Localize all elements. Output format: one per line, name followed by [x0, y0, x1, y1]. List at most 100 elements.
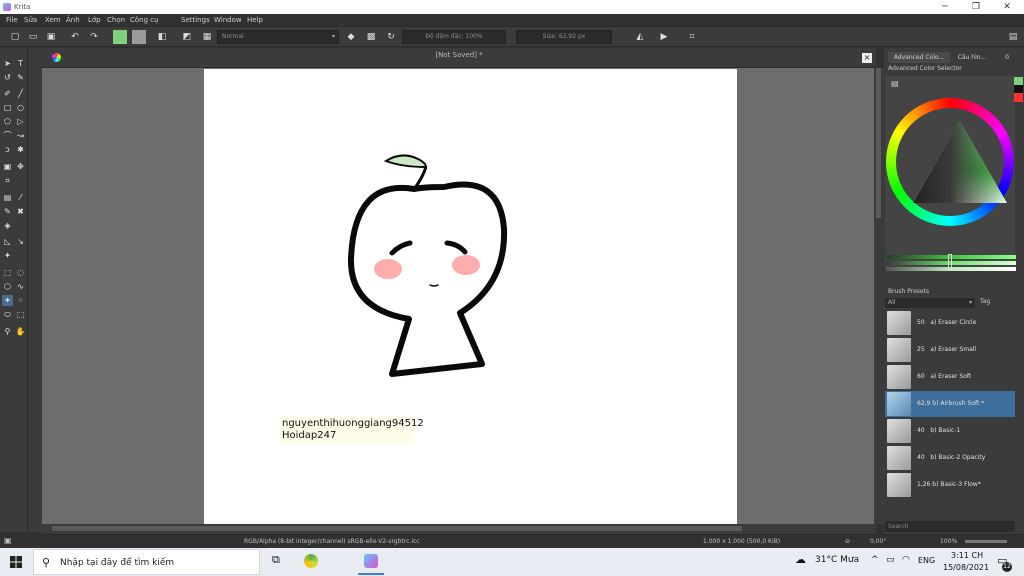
- menu-view[interactable]: Xem: [45, 16, 61, 24]
- menu-settings[interactable]: Settings: [181, 16, 210, 24]
- tray-chevron-icon[interactable]: ^: [871, 555, 879, 565]
- open-folder-icon[interactable]: ▭: [26, 30, 40, 44]
- wifi-icon[interactable]: ◠: [902, 555, 910, 565]
- select-shape-icon[interactable]: ➤: [2, 58, 13, 69]
- preset-filter-select[interactable]: All ▾: [885, 298, 975, 308]
- move-tool-icon[interactable]: ✥: [15, 161, 26, 172]
- color-picker-icon[interactable]: ⁄: [15, 192, 26, 203]
- save-icon[interactable]: ▣: [44, 30, 58, 44]
- rect-select-icon[interactable]: ⬚: [2, 267, 13, 278]
- menu-select[interactable]: Chọn: [107, 16, 125, 24]
- taskbar-search-input[interactable]: ⚲ Nhập tại đây để tìm kiếm: [33, 549, 260, 575]
- list-item[interactable]: 1,26 b) Basic-3 Flow*: [885, 472, 1015, 498]
- chrome-icon[interactable]: [304, 554, 318, 568]
- saturation-triangle[interactable]: [913, 121, 1007, 203]
- minimize-button[interactable]: ─: [935, 2, 955, 12]
- rotation-reset-icon[interactable]: ⊖: [845, 538, 850, 545]
- menu-file[interactable]: File: [6, 16, 18, 24]
- fill-tool-icon[interactable]: ◈: [2, 220, 13, 231]
- mirror-vertical-icon[interactable]: ▶: [657, 30, 671, 44]
- rectangle-tool-icon[interactable]: □: [2, 102, 13, 113]
- polyline-tool-icon[interactable]: ▷: [15, 116, 26, 127]
- polygon-select-icon[interactable]: ⬡: [2, 281, 13, 292]
- text-tool-icon[interactable]: T: [15, 58, 26, 69]
- redo-icon[interactable]: ↷: [87, 30, 101, 44]
- color-sliders[interactable]: [886, 254, 1016, 271]
- opacity-slider[interactable]: Độ đậm đặc: 100%: [402, 30, 506, 44]
- line-tool-icon[interactable]: ╱: [15, 88, 26, 99]
- zoom-slider[interactable]: [965, 540, 1007, 543]
- similar-select-icon[interactable]: ⁘: [15, 295, 26, 306]
- reload-preset-icon[interactable]: ↻: [384, 30, 398, 44]
- list-item[interactable]: 50 a) Eraser Circle: [885, 310, 1015, 336]
- battery-icon[interactable]: ▭: [886, 555, 895, 565]
- preserve-alpha-icon[interactable]: ▩: [364, 30, 378, 44]
- clock-time[interactable]: 3:11 CH: [951, 551, 983, 560]
- slider-handle[interactable]: [948, 254, 952, 270]
- weather-text[interactable]: 31°C Mưa: [815, 555, 859, 565]
- brush-tool-icon[interactable]: ✐: [2, 88, 13, 99]
- close-document-icon[interactable]: ×: [862, 53, 872, 63]
- background-color-swatch[interactable]: [132, 30, 146, 44]
- edit-shape-icon[interactable]: ↺: [2, 72, 13, 83]
- list-item[interactable]: 62,9 b) Airbrush Soft *: [885, 391, 1015, 417]
- horizontal-scrollbar[interactable]: [42, 524, 876, 534]
- hscroll-thumb[interactable]: [52, 526, 742, 531]
- docker-toggle-icon[interactable]: ▤: [1006, 30, 1020, 44]
- ellipse-select-icon[interactable]: ◌: [15, 267, 26, 278]
- hue-ring[interactable]: [886, 98, 1014, 226]
- menu-layer[interactable]: Lớp: [88, 16, 101, 24]
- list-item[interactable]: 25 a) Eraser Small: [885, 337, 1015, 363]
- list-item[interactable]: 40 b) Basic-1: [885, 418, 1015, 444]
- windows-start-icon[interactable]: [10, 556, 22, 568]
- close-button[interactable]: ✕: [997, 2, 1017, 12]
- color-settings-icon[interactable]: ▤: [891, 79, 899, 88]
- list-item[interactable]: 40 b) Basic-2 Opacity: [885, 445, 1015, 471]
- multibrush-icon[interactable]: ✱: [15, 144, 26, 155]
- menu-tools[interactable]: Công cụ: [130, 16, 159, 24]
- pan-tool-icon[interactable]: ✋: [15, 326, 26, 337]
- freehand-path-icon[interactable]: ↝: [15, 130, 26, 141]
- magnetic-select-icon[interactable]: ⬚: [15, 309, 26, 320]
- pattern-icon[interactable]: ▦: [200, 30, 214, 44]
- dynamic-brush-icon[interactable]: ↄ: [2, 144, 13, 155]
- colorize-mask-icon[interactable]: ✖: [15, 206, 26, 217]
- contiguous-select-icon[interactable]: ✦: [2, 295, 13, 306]
- canvas-paper[interactable]: nguyenthihuonggiang94512 Hoidap247: [204, 69, 737, 524]
- maximize-button[interactable]: ❐: [966, 2, 986, 12]
- ellipse-tool-icon[interactable]: ○: [15, 102, 26, 113]
- zoom-tool-icon[interactable]: ⚲: [2, 326, 13, 337]
- reference-tool-icon[interactable]: ✦: [2, 250, 13, 261]
- task-view-icon[interactable]: ⧉: [272, 553, 280, 567]
- menu-window[interactable]: Window: [214, 16, 242, 24]
- canvas-text-note[interactable]: nguyenthihuonggiang94512 Hoidap247: [280, 417, 424, 444]
- clock-date[interactable]: 15/08/2021: [943, 563, 989, 572]
- tag-label[interactable]: Tag: [980, 298, 990, 305]
- foreground-color-swatch[interactable]: [113, 30, 127, 44]
- preset-search-input[interactable]: Search: [885, 521, 1015, 532]
- tab-config[interactable]: Cấu hìn...: [954, 52, 990, 63]
- swap-colors-icon[interactable]: ◧: [155, 30, 169, 44]
- bezier-tool-icon[interactable]: ⌒: [2, 130, 13, 141]
- undo-icon[interactable]: ↶: [68, 30, 82, 44]
- language-indicator[interactable]: ENG: [918, 556, 935, 565]
- tab-advanced-color[interactable]: Advanced Colo...: [888, 52, 950, 63]
- document-tab-title[interactable]: [Not Saved] *: [42, 51, 876, 59]
- blend-mode-select[interactable]: Normal ▾: [217, 30, 339, 44]
- mirror-horizontal-icon[interactable]: ◭: [633, 30, 647, 44]
- smart-patch-icon[interactable]: ✎: [2, 206, 13, 217]
- gradient-icon[interactable]: ◩: [180, 30, 194, 44]
- gradient-tool-icon[interactable]: ▤: [2, 192, 13, 203]
- new-document-icon[interactable]: ▢: [8, 30, 22, 44]
- vertical-scrollbar[interactable]: [874, 68, 884, 524]
- menu-edit[interactable]: Sửa: [24, 16, 37, 24]
- menu-image[interactable]: Ảnh: [66, 16, 80, 24]
- transform-tool-icon[interactable]: ▣: [2, 161, 13, 172]
- status-layer-icon[interactable]: ▣: [4, 536, 12, 545]
- bezier-select-icon[interactable]: ⬭: [2, 309, 13, 320]
- freehand-select-icon[interactable]: ∿: [15, 281, 26, 292]
- crop-wrap-icon[interactable]: ⌗: [685, 30, 699, 44]
- list-item[interactable]: 60 a) Eraser Soft: [885, 364, 1015, 390]
- size-slider[interactable]: Size: 62,92 px: [516, 30, 612, 44]
- assistant-tool-icon[interactable]: ◺: [2, 236, 13, 247]
